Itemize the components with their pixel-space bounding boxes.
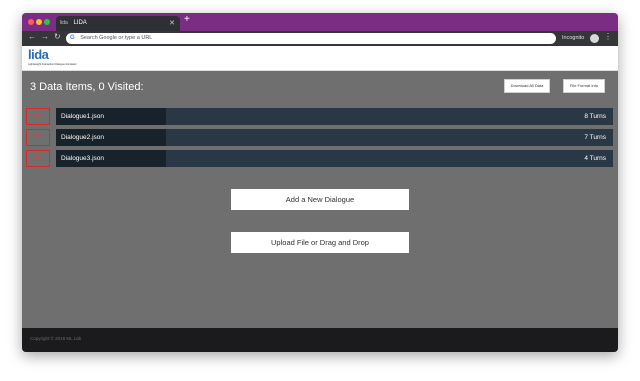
tab-title: LIDA: [73, 20, 87, 26]
browser-tab[interactable]: lida LIDA ✕: [56, 16, 180, 31]
list-item: Del Dialogue2.json 7 Turns: [26, 129, 613, 146]
dialogue-file-name: Dialogue2.json: [56, 129, 166, 146]
delete-button[interactable]: Del: [26, 150, 50, 167]
tab-strip: lida LIDA ✕ +: [22, 13, 618, 31]
google-g-icon: G: [70, 35, 75, 41]
upload-file-button[interactable]: Upload File or Drag and Drop: [231, 232, 409, 253]
dialogue-row-bar[interactable]: Dialogue2.json 7 Turns: [56, 129, 613, 146]
arrow-left-icon[interactable]: ←: [28, 32, 36, 41]
profile-label: Incognito: [562, 35, 585, 41]
incognito-icon[interactable]: [590, 34, 599, 43]
delete-button[interactable]: Del: [26, 108, 50, 125]
dialogue-row-bar[interactable]: Dialogue1.json 8 Turns: [56, 108, 613, 125]
footer-copyright: Copyright © 2019 ML Lab: [30, 336, 82, 341]
app-logo[interactable]: lida: [28, 47, 49, 62]
app-header: lida Lightweight Interactive Dialogue An…: [22, 46, 618, 71]
arrow-right-icon[interactable]: →: [41, 32, 49, 41]
page-title: 3 Data Items, 0 Visited:: [30, 81, 144, 93]
add-dialogue-button[interactable]: Add a New Dialogue: [231, 189, 409, 210]
address-bar[interactable]: G Search Google or type a URL: [66, 33, 556, 44]
download-all-button[interactable]: Download All Data: [504, 79, 550, 93]
page-footer: Copyright © 2019 ML Lab: [22, 328, 618, 352]
dialogue-turn-count: 4 Turns: [584, 155, 606, 162]
address-bar-placeholder: Search Google or type a URL: [80, 35, 153, 41]
dialogue-file-name: Dialogue3.json: [56, 150, 166, 167]
window-close-dot[interactable]: [28, 19, 34, 25]
file-format-info-button[interactable]: File Format Info: [563, 79, 605, 93]
dialogue-turn-count: 7 Turns: [584, 134, 606, 141]
dialogue-file-name: Dialogue1.json: [56, 108, 166, 125]
tab-favicon: lida: [60, 20, 68, 26]
browser-toolbar: ← → ↻ G Search Google or type a URL Inco…: [22, 31, 618, 46]
close-icon[interactable]: ✕: [169, 16, 175, 31]
window-minimize-dot[interactable]: [36, 19, 42, 25]
window-maximize-dot[interactable]: [44, 19, 50, 25]
list-item: Del Dialogue1.json 8 Turns: [26, 108, 613, 125]
dialogue-row-bar[interactable]: Dialogue3.json 4 Turns: [56, 150, 613, 167]
kebab-menu-icon[interactable]: ⋮: [604, 32, 612, 41]
delete-button[interactable]: Del: [26, 129, 50, 146]
browser-window: lida LIDA ✕ + ← → ↻ G Search Google or t…: [22, 13, 618, 352]
list-item: Del Dialogue3.json 4 Turns: [26, 150, 613, 167]
reload-icon[interactable]: ↻: [54, 32, 61, 41]
new-tab-button[interactable]: +: [184, 14, 190, 25]
app-tagline: Lightweight Interactive Dialogue Annotat…: [28, 63, 77, 66]
dialogue-turn-count: 8 Turns: [584, 113, 606, 120]
